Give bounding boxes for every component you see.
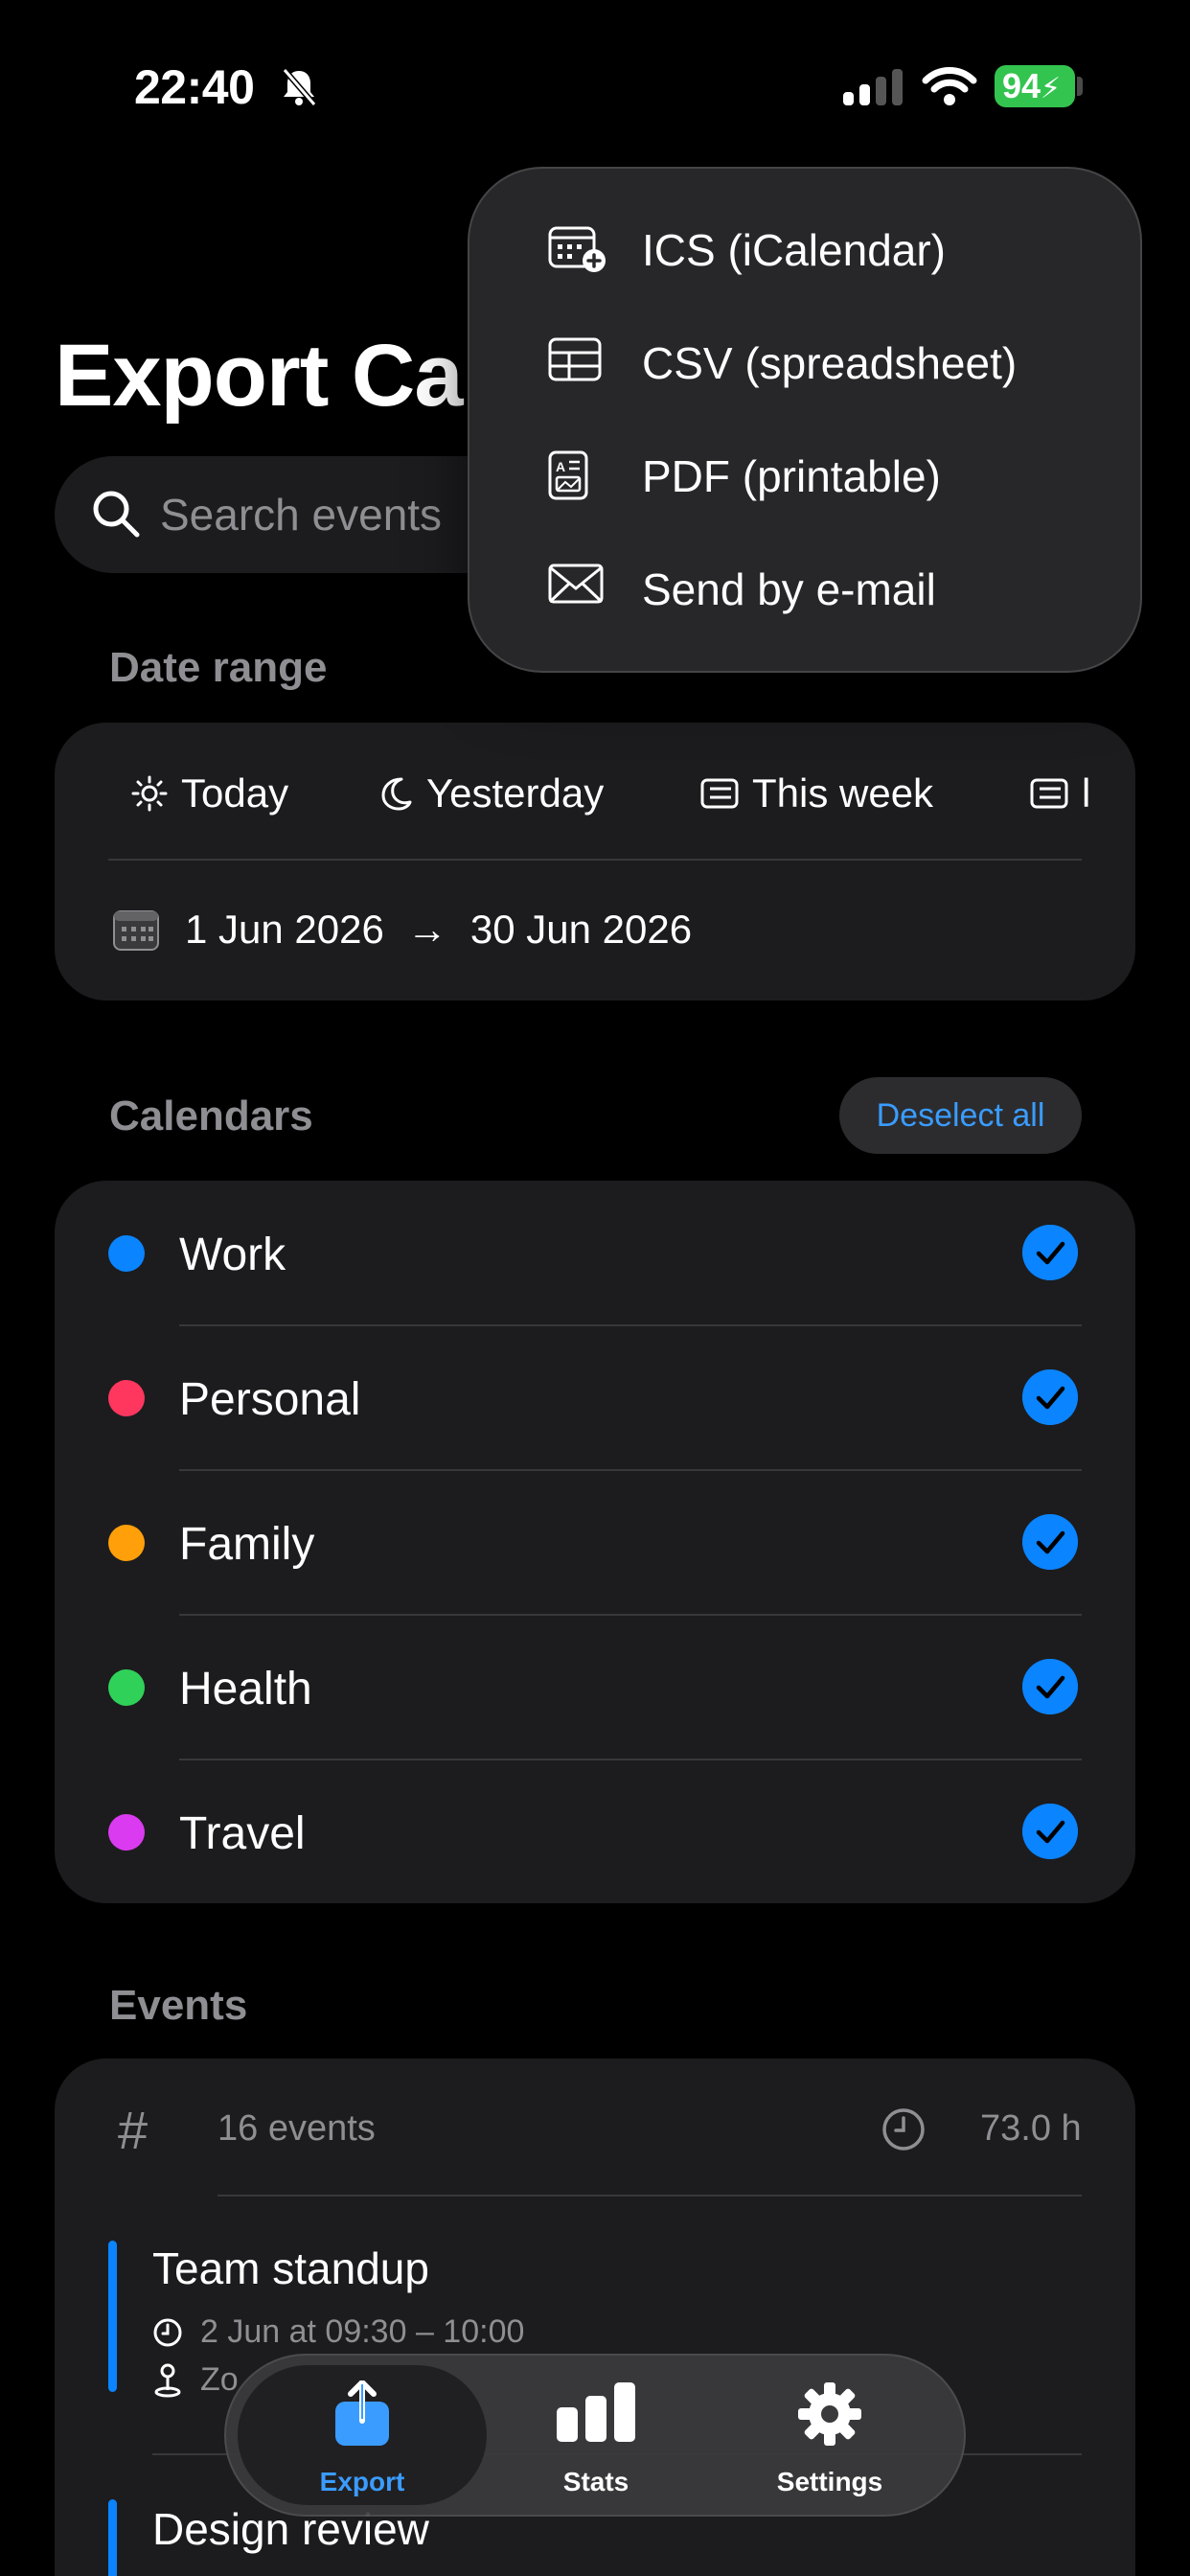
menu-item-csv[interactable]: CSV (spreadsheet) [469,305,1144,418]
status-bar: 22:40 94⚡ [0,0,1190,172]
calendar-name: Health [179,1664,312,1714]
date-range-heading: Date range [109,644,328,691]
export-format-menu: ICS (iCalendar) CSV (spreadsheet) A PDF … [468,167,1142,673]
event-location: Zo [152,2361,239,2399]
divider [108,859,1082,861]
signal-icon [843,69,903,105]
preset-label: Today [181,770,289,816]
divider [217,2195,1082,2196]
preset-more[interactable]: l [1030,770,1090,816]
checkmark-icon[interactable] [1022,1804,1078,1859]
clock-icon [153,2318,182,2346]
calendar-color-dot [108,1235,145,1272]
menu-item-email[interactable]: Send by e-mail [469,531,1144,644]
calendar-row-work[interactable]: Work [55,1181,1135,1325]
checkmark-icon[interactable] [1022,1514,1078,1570]
date-range-card: Today Yesterday This week l 1 Jun 2026 →… [55,723,1135,1000]
event-count: 16 events [217,2108,376,2149]
tab-export[interactable]: Export [238,2365,487,2505]
preset-label: This week [752,770,934,816]
calendar-name: Personal [179,1374,361,1425]
checkmark-icon[interactable] [1022,1225,1078,1280]
events-heading: Events [109,1982,248,2029]
search-icon [93,491,140,538]
sun-icon [131,775,168,812]
calendar-row-family[interactable]: Family [55,1470,1135,1615]
status-time: 22:40 [134,60,255,114]
range-start: 1 Jun 2026 [185,907,384,952]
checkmark-icon[interactable] [1022,1369,1078,1425]
menu-item-pdf[interactable]: A PDF (printable) [469,418,1144,531]
deselect-all-button[interactable]: Deselect all [839,1077,1082,1154]
share-icon [335,2380,389,2446]
calendar-row-personal[interactable]: Personal [55,1325,1135,1470]
menu-item-label: CSV (spreadsheet) [642,338,1018,388]
menu-item-ics[interactable]: ICS (iCalendar) [469,192,1144,305]
svg-text:A: A [556,459,565,474]
total-hours: 73.0 h [980,2108,1082,2149]
bar-chart-icon [557,2382,635,2442]
document-icon: A [548,450,588,500]
arrow-right-icon: → [406,907,447,952]
calendar-row-health[interactable]: Health [55,1615,1135,1760]
checkmark-icon[interactable] [1022,1659,1078,1714]
events-summary: # 16 events 73.0 h [55,2058,1135,2196]
envelope-icon [548,564,604,604]
table-icon [548,337,602,381]
preset-label: l [1082,770,1091,816]
calendar-grid-icon [113,910,159,951]
tab-settings[interactable]: Settings [705,2365,954,2505]
calendars-heading: Calendars [109,1092,313,1139]
calendar-color-dot [108,1525,145,1561]
range-end: 30 Jun 2026 [469,907,693,952]
menu-item-label: PDF (printable) [642,451,941,501]
wifi-icon [922,67,977,105]
calendar-add-icon [548,226,606,272]
pin-icon [154,2363,181,2397]
bell-muted-icon [282,68,317,106]
calendar-color-dot [108,1380,145,1416]
tab-label: Settings [776,2467,883,2496]
tab-bar: Export Stats Settings [224,2354,966,2517]
preset-this-week[interactable]: This week [700,770,933,816]
event-time: 2 Jun at 09:30 – 10:00 [152,2313,524,2351]
gear-icon [798,2382,861,2446]
battery-nub [1077,77,1083,96]
clock-icon [882,2108,925,2150]
calendar-name: Travel [179,1808,306,1859]
date-range-row[interactable]: 1 Jun 2026 → 30 Jun 2026 [112,907,692,953]
moon-icon [381,777,412,811]
event-title: Team standup [152,2243,429,2293]
page-title: Export Ca [55,327,464,425]
calendar-name: Work [179,1230,286,1280]
preset-yesterday[interactable]: Yesterday [378,770,604,816]
tab-stats[interactable]: Stats [471,2365,721,2505]
event-color-bar [108,2241,117,2392]
calendar-color-dot [108,1669,145,1706]
preset-label: Yesterday [426,770,605,816]
tab-label: Stats [562,2467,629,2496]
calendar-color-dot [108,1814,145,1851]
menu-item-label: ICS (iCalendar) [642,225,946,275]
preset-today[interactable]: Today [131,770,288,816]
calendar-name: Family [179,1519,315,1570]
hash-icon: # [118,2100,149,2160]
battery-indicator: 94⚡ [995,65,1075,107]
menu-item-label: Send by e-mail [642,564,936,614]
week-icon [700,778,739,809]
tab-label: Export [319,2467,405,2496]
calendars-card: Work Personal Family Health Travel [55,1181,1135,1903]
calendar-row-travel[interactable]: Travel [55,1760,1135,1904]
preset-chips: Today Yesterday This week l [55,723,1135,866]
event-color-bar [108,2499,117,2576]
month-icon [1030,778,1068,809]
